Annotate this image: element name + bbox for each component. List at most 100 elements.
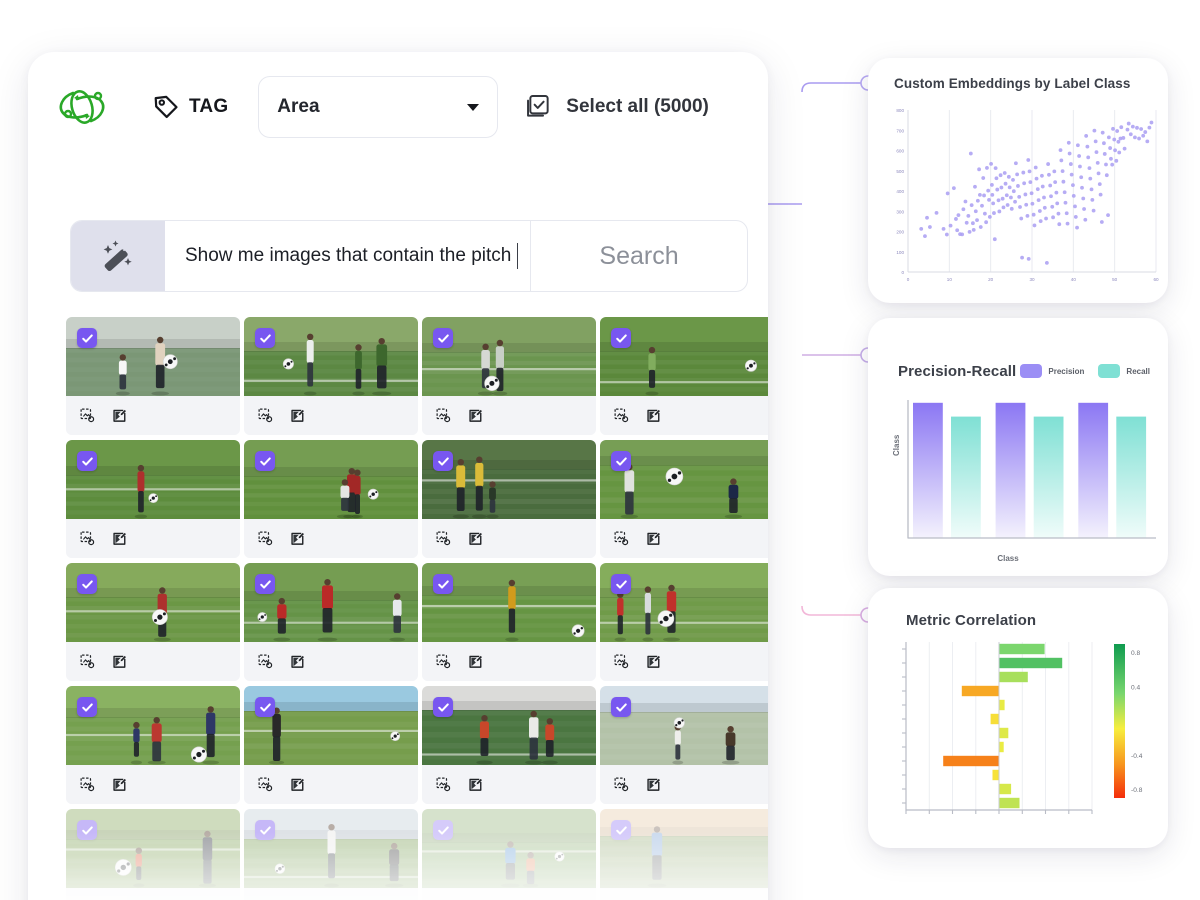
image-thumbnail[interactable] <box>600 317 768 396</box>
edit-square-icon[interactable] <box>646 777 661 792</box>
edit-square-icon[interactable] <box>646 531 661 546</box>
image-card[interactable] <box>244 686 418 804</box>
similar-images-icon[interactable] <box>258 531 273 546</box>
similar-images-icon[interactable] <box>436 408 451 423</box>
similar-images-icon[interactable] <box>436 654 451 669</box>
image-card[interactable] <box>422 563 596 681</box>
similar-images-icon[interactable] <box>614 777 629 792</box>
image-select-checkbox[interactable] <box>255 697 275 717</box>
image-select-checkbox[interactable] <box>611 574 631 594</box>
similar-images-icon[interactable] <box>258 654 273 669</box>
edit-square-icon[interactable] <box>468 531 483 546</box>
image-card[interactable] <box>600 317 768 435</box>
edit-square-icon[interactable] <box>290 531 305 546</box>
image-card[interactable] <box>244 317 418 435</box>
image-select-checkbox[interactable] <box>433 574 453 594</box>
image-select-checkbox[interactable] <box>433 328 453 348</box>
similar-images-icon[interactable] <box>436 777 451 792</box>
image-select-checkbox[interactable] <box>611 451 631 471</box>
magic-search-toggle[interactable] <box>71 221 165 291</box>
similar-images-icon[interactable] <box>614 654 629 669</box>
checkmark-icon <box>81 456 93 466</box>
image-card[interactable] <box>422 317 596 435</box>
tag-group[interactable]: TAG <box>152 93 228 121</box>
similar-images-icon[interactable] <box>80 777 95 792</box>
edit-square-icon[interactable] <box>112 654 127 669</box>
edit-square-icon[interactable] <box>290 777 305 792</box>
checkmark-icon <box>615 456 627 466</box>
svg-text:300: 300 <box>896 209 904 214</box>
image-thumbnail[interactable] <box>600 563 768 642</box>
image-select-checkbox[interactable] <box>255 574 275 594</box>
edit-square-icon[interactable] <box>112 531 127 546</box>
image-thumbnail[interactable] <box>244 440 418 519</box>
edit-square-icon[interactable] <box>646 408 661 423</box>
image-select-checkbox[interactable] <box>611 328 631 348</box>
image-card[interactable] <box>66 686 240 804</box>
image-card[interactable] <box>422 686 596 804</box>
edit-square-icon[interactable] <box>468 654 483 669</box>
image-thumbnail[interactable] <box>600 686 768 765</box>
image-card[interactable] <box>422 440 596 558</box>
image-select-checkbox[interactable] <box>77 451 97 471</box>
image-select-checkbox[interactable] <box>77 328 97 348</box>
edit-square-icon[interactable] <box>646 654 661 669</box>
search-bar: Show me images that contain the pitch Se… <box>70 220 748 292</box>
image-card[interactable] <box>66 317 240 435</box>
image-thumbnail[interactable] <box>66 440 240 519</box>
edit-square-icon[interactable] <box>112 408 127 423</box>
svg-text:0: 0 <box>901 270 904 275</box>
image-card-actions <box>422 519 596 558</box>
image-thumbnail[interactable] <box>66 563 240 642</box>
image-thumbnail[interactable] <box>600 440 768 519</box>
image-thumbnail[interactable] <box>422 317 596 396</box>
edit-square-icon[interactable] <box>290 654 305 669</box>
search-button[interactable]: Search <box>531 221 747 291</box>
image-select-checkbox[interactable] <box>77 574 97 594</box>
edit-square-icon[interactable] <box>290 408 305 423</box>
image-card-actions <box>600 642 768 681</box>
image-select-checkbox[interactable] <box>433 697 453 717</box>
edit-square-icon[interactable] <box>112 777 127 792</box>
image-card[interactable] <box>600 440 768 558</box>
image-thumbnail[interactable] <box>244 563 418 642</box>
image-thumbnail[interactable] <box>66 317 240 396</box>
image-card-actions <box>422 765 596 804</box>
image-thumbnail[interactable] <box>422 686 596 765</box>
image-thumbnail[interactable] <box>422 563 596 642</box>
similar-images-icon[interactable] <box>80 531 95 546</box>
similar-images-icon[interactable] <box>258 777 273 792</box>
image-thumbnail[interactable] <box>244 317 418 396</box>
image-card[interactable] <box>66 440 240 558</box>
image-select-checkbox[interactable] <box>255 451 275 471</box>
precision-recall-chart-card: Precision-Recall Precision Recall Class … <box>868 318 1168 576</box>
image-thumbnail[interactable] <box>66 686 240 765</box>
image-card-actions <box>66 519 240 558</box>
image-grid <box>66 317 768 900</box>
select-all-control[interactable]: Select all (5000) <box>524 92 709 122</box>
image-thumbnail[interactable] <box>422 440 596 519</box>
image-card[interactable] <box>600 563 768 681</box>
similar-images-icon[interactable] <box>258 408 273 423</box>
app-root: TAG Area Select all (5000) Show me image… <box>0 0 1200 900</box>
image-card[interactable] <box>244 563 418 681</box>
similar-images-icon[interactable] <box>614 408 629 423</box>
area-select[interactable]: Area <box>258 76 499 138</box>
toolbar: TAG Area Select all (5000) <box>28 52 768 162</box>
similar-images-icon[interactable] <box>80 654 95 669</box>
image-card[interactable] <box>600 686 768 804</box>
similar-images-icon[interactable] <box>80 408 95 423</box>
image-select-checkbox[interactable] <box>611 697 631 717</box>
image-select-checkbox[interactable] <box>77 697 97 717</box>
search-input[interactable]: Show me images that contain the pitch <box>165 221 531 291</box>
image-card-actions <box>66 765 240 804</box>
image-card[interactable] <box>66 563 240 681</box>
image-card[interactable] <box>244 440 418 558</box>
edit-square-icon[interactable] <box>468 408 483 423</box>
image-select-checkbox[interactable] <box>433 451 453 471</box>
similar-images-icon[interactable] <box>614 531 629 546</box>
similar-images-icon[interactable] <box>436 531 451 546</box>
image-thumbnail[interactable] <box>244 686 418 765</box>
image-select-checkbox[interactable] <box>255 328 275 348</box>
edit-square-icon[interactable] <box>468 777 483 792</box>
